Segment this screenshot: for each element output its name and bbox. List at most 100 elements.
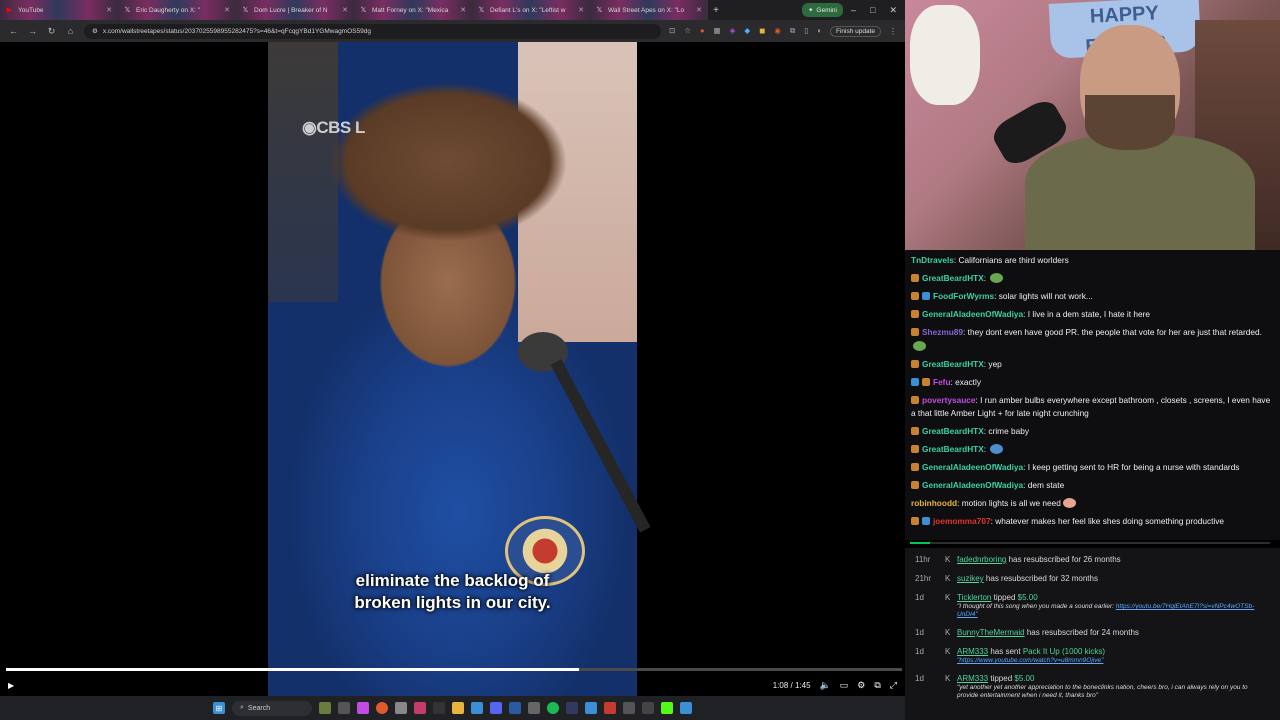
sidepanel-icon[interactable]: ▯ [804,26,808,36]
chat-username[interactable]: FoodForWyrms [933,291,994,301]
progress-bar[interactable] [6,668,902,671]
app-icon[interactable] [357,702,369,714]
badge-icon [911,359,919,368]
maximize-icon[interactable]: □ [870,5,875,15]
forward-icon[interactable]: → [27,26,38,36]
search-label: Search [247,704,271,712]
event-amount: $5.00 [1014,674,1035,683]
close-window-icon[interactable]: ✕ [889,5,897,16]
site-info-icon[interactable]: ⚙ [92,27,98,35]
extension-icon[interactable]: ◼ [759,26,765,36]
chat-username[interactable]: GeneralAladeenOfWadiya [922,480,1023,490]
app-icon[interactable] [509,702,521,714]
tab-4[interactable]: 𝕏 Defiant L's on X: "Leftist w ✕ [472,0,590,20]
tab-2[interactable]: 𝕏 Dom Lucre | Breaker of N ✕ [236,0,354,20]
settings-icon[interactable]: ⚙ [857,680,865,691]
chat-username[interactable]: joemomma707 [933,516,991,526]
chat-username[interactable]: GreatBeardHTX [922,426,984,436]
folder-icon[interactable] [452,702,464,714]
event-username[interactable]: ARM333 [957,674,988,683]
chrome-icon[interactable] [376,702,388,714]
chat-username[interactable]: GeneralAladeenOfWadiya [922,309,1023,319]
kick-icon[interactable] [661,702,673,714]
chat-username[interactable]: GreatBeardHTX [922,444,984,454]
close-icon[interactable]: ✕ [106,6,112,14]
reload-icon[interactable]: ↻ [46,26,57,37]
app-icon[interactable] [433,702,445,714]
event-username[interactable]: Ticklerton [957,593,991,602]
task-view-icon[interactable] [338,702,350,714]
extension-icon[interactable]: ◆ [744,26,750,36]
streamer-body [1025,135,1255,250]
video-player[interactable]: ◉CBS L eliminate the backlog of broken l… [0,42,905,696]
discord-icon[interactable] [490,702,502,714]
event-username[interactable]: fadednrboring [957,555,1006,564]
extension-icon[interactable]: ◈ [730,26,736,36]
chat-username[interactable]: Fefu [933,377,951,387]
url-field[interactable]: ⚙ x.com/wallstreetapes/status/2037025598… [84,23,661,39]
new-tab-button[interactable]: + [708,0,724,20]
chat-username[interactable]: Shezmu89 [922,327,963,337]
picture-in-picture-icon[interactable]: ⧉ [874,680,880,691]
chat-message: joemomma707: whatever makes her feel lik… [911,515,1274,529]
chat-username[interactable]: robinhoodd [911,498,957,508]
event-username[interactable]: ARM333 [957,647,988,656]
menu-icon[interactable]: ⋮ [889,27,897,36]
close-icon[interactable]: ✕ [224,6,230,14]
browser-tab-bar: ▶ YouTube ✕ 𝕏 Eric Daugherty on X: " ✕ 𝕏… [0,0,905,20]
back-icon[interactable]: ← [8,26,19,36]
profile-icon[interactable]: ◐ [817,26,822,36]
chat-username[interactable]: GreatBeardHTX [922,273,984,283]
event-link[interactable]: "https://www.youtube.com/watch?v=u8mmn9O… [957,657,1103,664]
gemini-button[interactable]: ✦ Gemini [801,3,843,17]
app-icon[interactable] [604,702,616,714]
caption-line: eliminate the backlog of [355,571,550,590]
install-icon[interactable]: ⊡ [669,26,675,36]
app-icon[interactable] [471,702,483,714]
extension-icon[interactable]: ◉ [774,26,781,36]
extensions-puzzle-icon[interactable]: ⧉ [790,26,795,36]
captions-icon[interactable]: ▭ [840,680,849,691]
progress-fill [6,668,580,671]
chat-message: GeneralAladeenOfWadiya: dem state [911,479,1274,493]
youtube-icon: ▶ [6,7,13,14]
bookmark-star-icon[interactable]: ☆ [684,26,691,36]
app-icon[interactable] [585,702,597,714]
chat-username[interactable]: povertysauce [922,395,976,405]
chat-username[interactable]: TnDtravels [911,255,954,265]
tab-3[interactable]: 𝕏 Matt Forney on X: "Mexica ✕ [354,0,472,20]
event-username[interactable]: suzikey [957,574,984,583]
app-icon[interactable] [566,702,578,714]
close-icon[interactable]: ✕ [460,6,466,14]
app-icon[interactable] [395,702,407,714]
volume-icon[interactable]: 🔈 [820,680,831,691]
spotify-icon[interactable] [547,702,559,714]
play-icon[interactable]: ▶ [8,681,14,690]
extension-icon[interactable]: ● [700,26,705,36]
windows-start-icon[interactable]: ⊞ [213,702,225,714]
app-icon[interactable] [680,702,692,714]
taskbar-search[interactable]: ⌕ Search [232,700,312,716]
badge-icon [922,377,930,386]
home-icon[interactable]: ⌂ [65,26,76,36]
tab-5[interactable]: 𝕏 Wall Street Apes on X: "Lo ✕ [590,0,708,20]
chat-username[interactable]: GreatBeardHTX [922,359,984,369]
app-icon[interactable] [623,702,635,714]
app-icon[interactable] [528,702,540,714]
feed-event: 1d K BunnyTheMermaid has resubscribed for … [915,627,1270,638]
tab-0[interactable]: ▶ YouTube ✕ [0,0,118,20]
app-icon[interactable] [642,702,654,714]
tab-1[interactable]: 𝕏 Eric Daugherty on X: " ✕ [118,0,236,20]
widget-icon[interactable] [319,702,331,714]
minimize-icon[interactable]: – [851,5,856,15]
close-icon[interactable]: ✕ [342,6,348,14]
chat-username[interactable]: GeneralAladeenOfWadiya [922,462,1023,472]
event-username[interactable]: BunnyTheMermaid [957,628,1025,637]
extension-icon[interactable]: ▦ [714,26,721,36]
feed-event: 11hr Kfadednrboring has resubscribed for … [915,554,1270,565]
close-icon[interactable]: ✕ [696,6,702,14]
fullscreen-icon[interactable]: ⤢ [890,680,897,691]
finish-update-button[interactable]: Finish update [829,25,881,37]
app-icon[interactable] [414,702,426,714]
close-icon[interactable]: ✕ [578,6,584,14]
